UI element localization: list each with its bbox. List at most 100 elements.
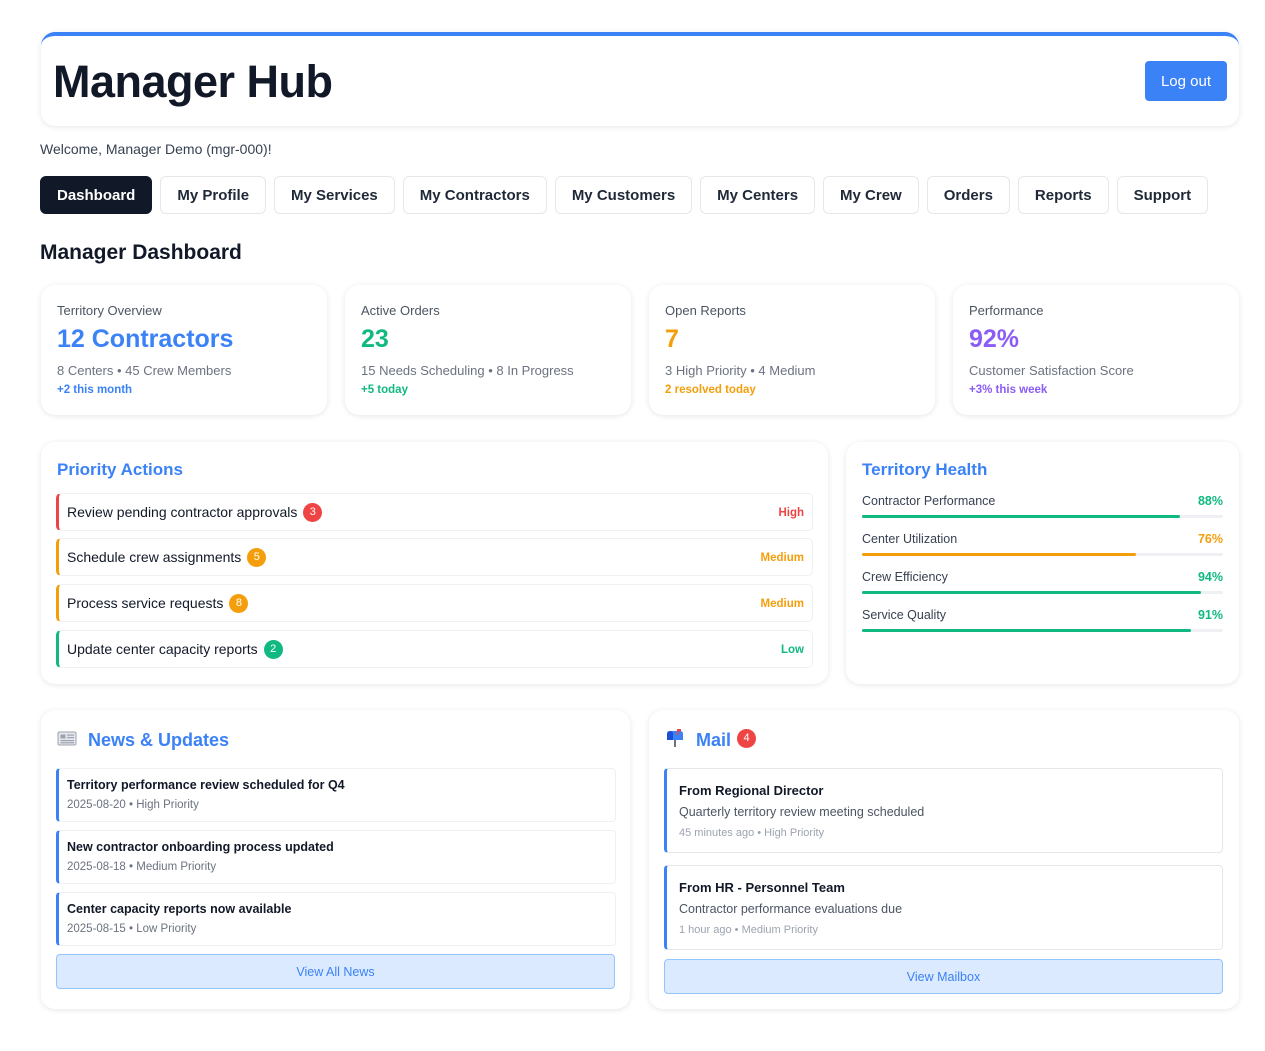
news-item-title: Center capacity reports now available (67, 902, 292, 916)
mail-subject: Quarterly territory review meeting sched… (679, 805, 925, 819)
action-text: Process service requests (67, 595, 224, 612)
count-badge: 8 (229, 594, 249, 613)
newspaper-icon (57, 730, 77, 751)
metric-bar-fill (862, 515, 1180, 518)
metric-bar-fill (862, 553, 1137, 556)
news-item-title: New contractor onboarding process update… (67, 840, 334, 854)
nav-my-contractors[interactable]: My Contractors (402, 176, 547, 214)
news-title: News & Updates (88, 729, 230, 750)
metric-label: Center Utilization (862, 532, 958, 546)
metric-bar (862, 515, 1223, 518)
territory-health-title: Territory Health (862, 460, 988, 479)
metric-bar (862, 591, 1223, 594)
mail-from: From HR - Personnel Team (679, 880, 845, 895)
count-badge: 5 (247, 548, 267, 567)
nav-reports[interactable]: Reports (1017, 176, 1109, 214)
news-item-meta: 2025-08-15 • Low Priority (67, 923, 197, 935)
stat-card-performance: Performance 92% Customer Satisfaction Sc… (953, 285, 1239, 415)
news-item[interactable]: New contractor onboarding process update… (56, 830, 616, 884)
mail-title: Mail (696, 730, 732, 750)
metric-bar (862, 629, 1223, 632)
nav-orders[interactable]: Orders (926, 176, 1010, 214)
metric-percent: 88% (1197, 494, 1223, 508)
stat-value: 92% (969, 325, 1020, 353)
priority-label: High (778, 507, 804, 519)
priority-label: Medium (760, 552, 804, 564)
mail-subject: Contractor performance evaluations due (679, 902, 903, 916)
dashboard-title: Manager Dashboard (40, 241, 242, 264)
stat-label: Active Orders (361, 303, 440, 318)
territory-health-panel: Territory Health Contractor Performance … (846, 442, 1239, 684)
logout-button[interactable]: Log out (1145, 61, 1227, 101)
header: Manager Hub Log out (41, 32, 1239, 126)
metric-label: Crew Efficiency (862, 570, 948, 584)
news-item-meta: 2025-08-20 • High Priority (67, 799, 199, 811)
news-panel: News & Updates Territory performance rev… (41, 710, 630, 1009)
stat-value: 12 Contractors (57, 325, 234, 353)
priority-label: Medium (760, 598, 804, 610)
action-text: Schedule crew assignments (67, 549, 242, 566)
stat-change: 2 resolved today (665, 384, 756, 396)
count-badge: 2 (263, 640, 283, 659)
stat-change: +2 this month (57, 384, 133, 396)
nav-my-services[interactable]: My Services (274, 176, 395, 214)
metric-label: Contractor Performance (862, 494, 996, 508)
nav-my-crew[interactable]: My Crew (823, 176, 919, 214)
metric-bar-fill (862, 591, 1202, 594)
nav-support[interactable]: Support (1116, 176, 1209, 214)
action-text: Review pending contractor approvals (67, 504, 298, 521)
mail-title-row: Mail 4 (665, 729, 757, 752)
mail-meta: 45 minutes ago • High Priority (679, 827, 825, 839)
priority-action-item[interactable]: Review pending contractor approvals 3 Hig… (56, 493, 813, 531)
stat-card-reports: Open Reports 7 3 High Priority • 4 Mediu… (649, 285, 935, 415)
stat-sub: 3 High Priority • 4 Medium (665, 363, 816, 378)
nav-my-profile[interactable]: My Profile (160, 176, 267, 214)
manager-hub-page: Manager Hub Log out Welcome, Manager Dem… (0, 0, 1265, 1051)
priority-action-item[interactable]: Process service requests 8 Medium (56, 584, 813, 622)
mail-item[interactable]: From Regional Director Quarterly territo… (664, 768, 1223, 853)
stat-card-orders: Active Orders 23 15 Needs Scheduling • 8… (345, 285, 631, 415)
mail-from: From Regional Director (679, 783, 824, 798)
stat-label: Open Reports (665, 303, 746, 318)
mail-item[interactable]: From HR - Personnel Team Contractor perf… (664, 865, 1223, 950)
news-item[interactable]: Territory performance review scheduled f… (56, 768, 616, 822)
stat-card-territory: Territory Overview 12 Contractors 8 Cent… (41, 285, 327, 415)
news-item[interactable]: Center capacity reports now available 20… (56, 892, 616, 946)
mail-count-badge: 4 (737, 729, 757, 748)
mail-panel: Mail 4 From Regional Director Quarterly t… (649, 710, 1239, 1009)
metric-percent: 76% (1197, 532, 1223, 546)
stat-change: +3% this week (969, 384, 1048, 396)
metric-bar-fill (862, 629, 1191, 632)
priority-label: Low (781, 644, 804, 656)
stat-label: Territory Overview (57, 303, 162, 318)
priority-actions-title: Priority Actions (57, 460, 183, 479)
priority-action-item[interactable]: Schedule crew assignments 5 Medium (56, 538, 813, 576)
stat-change: +5 today (361, 384, 408, 396)
welcome-message: Welcome, Manager Demo (mgr-000)! (40, 141, 272, 157)
view-all-news-button[interactable]: View All News (56, 954, 615, 989)
news-item-meta: 2025-08-18 • Medium Priority (67, 861, 217, 873)
news-item-title: Territory performance review scheduled f… (67, 778, 345, 792)
mailbox-icon (665, 729, 685, 752)
nav-my-customers[interactable]: My Customers (554, 176, 693, 214)
priority-actions-panel: Priority Actions Review pending contract… (41, 442, 828, 684)
count-badge: 3 (303, 503, 323, 522)
stat-sub: 8 Centers • 45 Crew Members (57, 363, 232, 378)
main-nav: Dashboard My Profile My Services My Cont… (40, 176, 1216, 214)
nav-my-centers[interactable]: My Centers (700, 176, 816, 214)
stat-sub: 15 Needs Scheduling • 8 In Progress (361, 363, 574, 378)
action-text: Update center capacity reports (67, 641, 258, 658)
metric-bar (862, 553, 1223, 556)
metric-percent: 94% (1197, 570, 1223, 584)
stat-value: 7 (665, 325, 679, 353)
app-title: Manager Hub (53, 56, 333, 107)
mail-meta: 1 hour ago • Medium Priority (679, 924, 818, 936)
priority-action-item[interactable]: Update center capacity reports 2 Low (56, 630, 813, 668)
news-title-row: News & Updates (57, 729, 229, 751)
view-mailbox-button[interactable]: View Mailbox (664, 959, 1223, 994)
stat-sub: Customer Satisfaction Score (969, 363, 1134, 378)
metric-label: Service Quality (862, 608, 947, 622)
nav-dashboard[interactable]: Dashboard (40, 176, 153, 214)
stat-value: 23 (361, 325, 389, 353)
stat-label: Performance (969, 303, 1044, 318)
